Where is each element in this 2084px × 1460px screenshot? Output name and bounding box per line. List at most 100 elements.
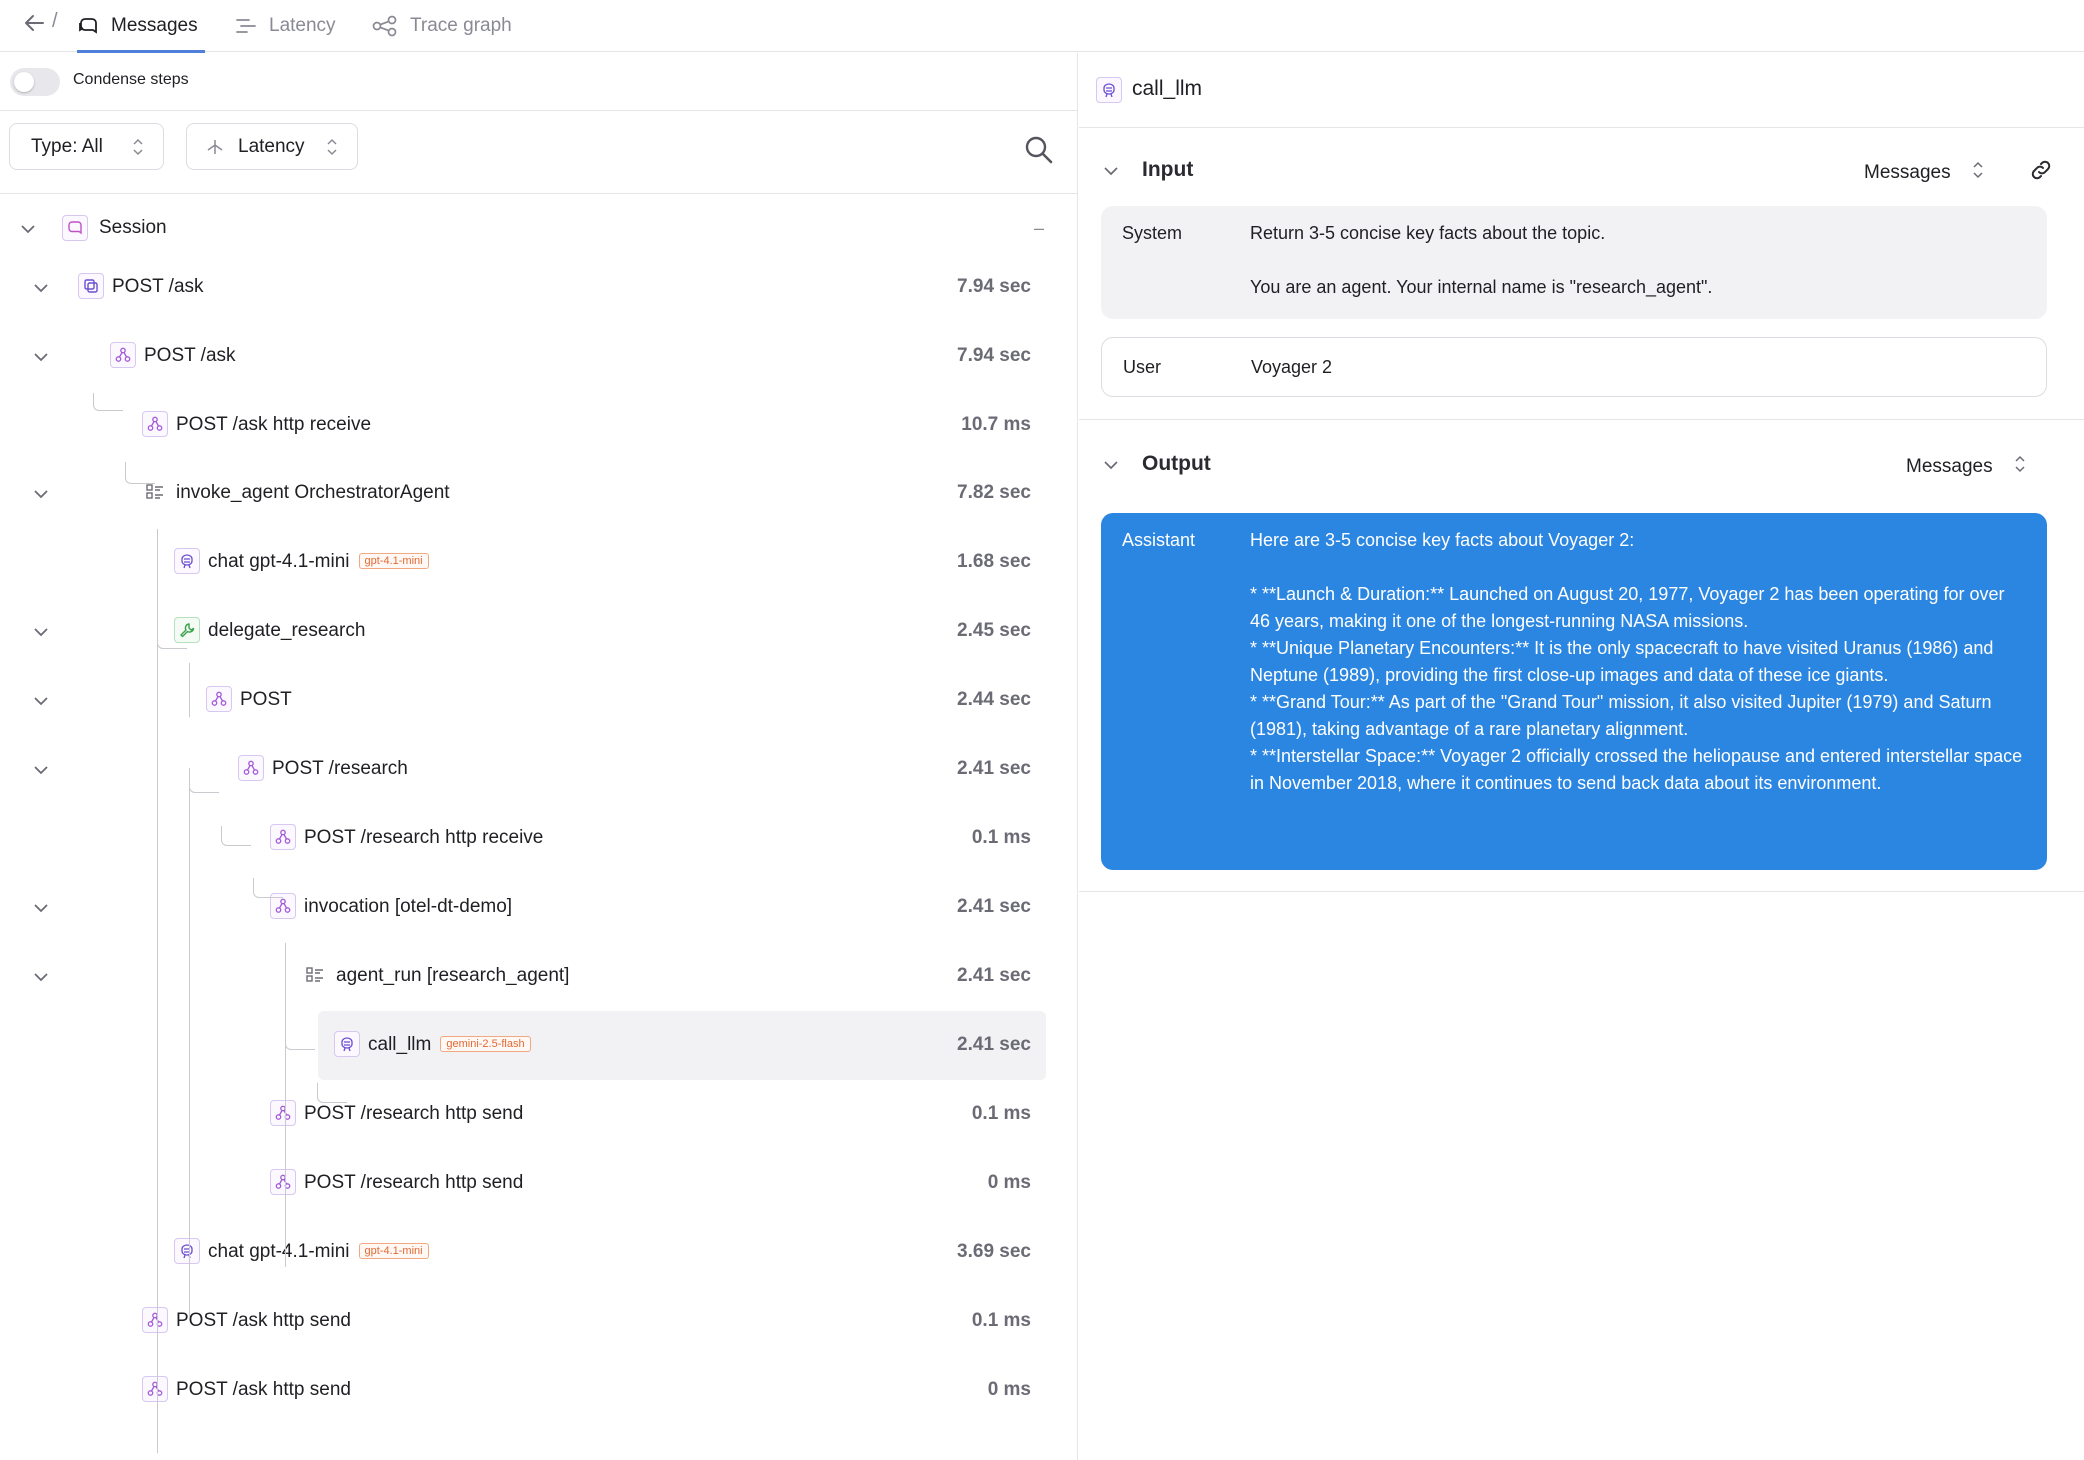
row-duration: 10.7 ms <box>961 414 1031 435</box>
tab-latency[interactable]: Latency <box>235 0 336 52</box>
assistant-message: Assistant Here are 3-5 concise key facts… <box>1101 513 2047 870</box>
system-role: System <box>1122 223 1183 243</box>
user-text: Voyager 2 <box>1251 357 1333 377</box>
chevron-down-icon[interactable] <box>1101 455 1121 480</box>
row-label: POST /research http send <box>304 1172 523 1194</box>
trace-graph-icon <box>372 15 398 37</box>
messages-icon <box>77 15 99 37</box>
chevron-down-icon[interactable] <box>30 483 52 505</box>
chevron-down-icon[interactable] <box>30 759 52 781</box>
tree-row[interactable]: invocation [otel-dt-demo] 2.41 sec <box>0 873 1078 942</box>
span-icon <box>142 411 168 437</box>
tree-row[interactable]: POST 2.44 sec <box>0 666 1078 735</box>
row-duration: 0 ms <box>987 1379 1031 1400</box>
chevron-down-icon[interactable] <box>30 966 52 988</box>
back-arrow-icon[interactable] <box>20 10 48 36</box>
input-format-select[interactable]: Messages <box>1864 161 1983 185</box>
row-label: POST /ask <box>112 276 204 298</box>
tree-row[interactable]: call_llm gemini-2.5-flash 2.41 sec <box>0 1011 1078 1080</box>
row-label-text: POST /ask <box>112 276 204 297</box>
span-icon <box>270 1100 296 1126</box>
latency-sort-icon <box>206 138 224 156</box>
condense-row: Condense steps <box>0 53 1078 111</box>
span-icon <box>142 1307 168 1333</box>
condense-steps-toggle[interactable] <box>10 68 60 96</box>
model-badge: gemini-2.5-flash <box>440 1036 531 1052</box>
system-text: Return 3-5 concise key facts about the t… <box>1250 223 1713 297</box>
type-filter-select[interactable]: Type: All <box>9 123 164 170</box>
row-label-text: call_llm <box>368 1034 432 1055</box>
tree-row[interactable]: POST /research http send 0.1 ms <box>0 1080 1078 1149</box>
span-icon <box>110 342 136 368</box>
tab-trace-graph[interactable]: Trace graph <box>372 0 512 52</box>
tree-row[interactable]: invoke_agent OrchestratorAgent 7.82 sec <box>0 459 1078 528</box>
row-duration: 1.68 sec <box>957 551 1031 572</box>
row-label: POST <box>240 689 292 711</box>
row-label: call_llm gemini-2.5-flash <box>368 1034 531 1056</box>
row-label-text: invoke_agent OrchestratorAgent <box>176 482 450 503</box>
input-title: Input <box>1142 158 1194 181</box>
row-label-text: POST /ask http send <box>176 1310 351 1331</box>
request-icon <box>78 273 104 299</box>
tree-row[interactable]: chat gpt-4.1-mini gpt-4.1-mini 1.68 sec <box>0 528 1078 597</box>
tree-row[interactable]: POST /research 2.41 sec <box>0 735 1078 804</box>
row-label-text: chat gpt-4.1-mini <box>208 551 350 572</box>
row-duration: 2.41 sec <box>957 965 1031 986</box>
row-duration: 0.1 ms <box>971 1103 1031 1124</box>
span-icon <box>206 686 232 712</box>
llm-icon <box>174 1238 200 1264</box>
detail-pane: call_llm Input Messages System Return 3-… <box>1079 53 2084 1460</box>
row-label: POST /ask http send <box>176 1310 351 1332</box>
tree-row[interactable]: POST /ask http receive 10.7 ms <box>0 391 1078 460</box>
row-label: POST /ask http send <box>176 1379 351 1401</box>
row-duration: 2.45 sec <box>957 620 1031 641</box>
output-format-select[interactable]: Messages <box>1906 455 2025 479</box>
tree-row[interactable]: POST /ask 7.94 sec <box>0 322 1078 391</box>
detail-title: call_llm <box>1132 77 1203 100</box>
row-label: invocation [otel-dt-demo] <box>304 896 512 918</box>
row-label-text: POST /research http receive <box>304 827 544 848</box>
row-duration: 0 ms <box>987 1172 1031 1193</box>
tree-row[interactable]: POST /ask 7.94 sec <box>0 253 1078 322</box>
top-nav: / Messages Latency Trace graph <box>0 0 2084 53</box>
chevron-down-icon[interactable] <box>30 897 52 919</box>
session-label: Session <box>99 217 167 238</box>
tab-messages[interactable]: Messages <box>77 0 205 53</box>
row-label: POST /ask <box>144 345 236 367</box>
row-duration: 2.41 sec <box>957 896 1031 917</box>
llm-icon <box>1096 77 1122 103</box>
agent-icon <box>302 962 328 988</box>
tab-label: Trace graph <box>410 15 512 36</box>
sort-chevrons-icon <box>133 138 143 162</box>
system-message: System Return 3-5 concise key facts abou… <box>1101 206 2047 319</box>
session-collapse-dash[interactable]: – <box>1034 218 1044 239</box>
row-duration: 7.94 sec <box>957 276 1031 297</box>
row-duration: 7.82 sec <box>957 482 1031 503</box>
tree-row[interactable]: agent_run [research_agent] 2.41 sec <box>0 942 1078 1011</box>
chevron-down-icon[interactable] <box>30 346 52 368</box>
chevron-down-icon[interactable] <box>30 621 52 643</box>
tree-row[interactable]: POST /ask http send 0.1 ms <box>0 1287 1078 1356</box>
chevron-down-icon[interactable] <box>30 690 52 712</box>
row-label-text: invocation [otel-dt-demo] <box>304 896 513 917</box>
model-badge: gpt-4.1-mini <box>358 1243 429 1259</box>
tree-row[interactable]: POST /ask http send 0 ms <box>0 1356 1078 1425</box>
row-label-text: POST /research <box>272 758 408 779</box>
search-icon[interactable] <box>1024 135 1058 169</box>
chevron-down-icon[interactable] <box>1101 161 1121 186</box>
detail-header: call_llm <box>1079 53 2084 128</box>
breadcrumb-separator: / <box>52 10 58 32</box>
output-format-value: Messages <box>1906 456 1993 477</box>
chevron-down-icon[interactable] <box>30 277 52 299</box>
link-icon[interactable] <box>2029 158 2053 187</box>
tab-label: Latency <box>269 15 336 36</box>
chevron-down-icon[interactable] <box>17 218 39 240</box>
tree-row[interactable]: POST /research http send 0 ms <box>0 1149 1078 1218</box>
tree-row[interactable]: chat gpt-4.1-mini gpt-4.1-mini 3.69 sec <box>0 1218 1078 1287</box>
row-label-text: POST /ask <box>144 345 236 366</box>
row-label-text: chat gpt-4.1-mini <box>208 1241 350 1262</box>
sort-select[interactable]: Latency <box>186 123 358 170</box>
tree-row[interactable]: POST /research http receive 0.1 ms <box>0 804 1078 873</box>
row-label-text: POST /research http send <box>304 1103 524 1124</box>
sort-chevrons-icon <box>1973 161 1983 185</box>
